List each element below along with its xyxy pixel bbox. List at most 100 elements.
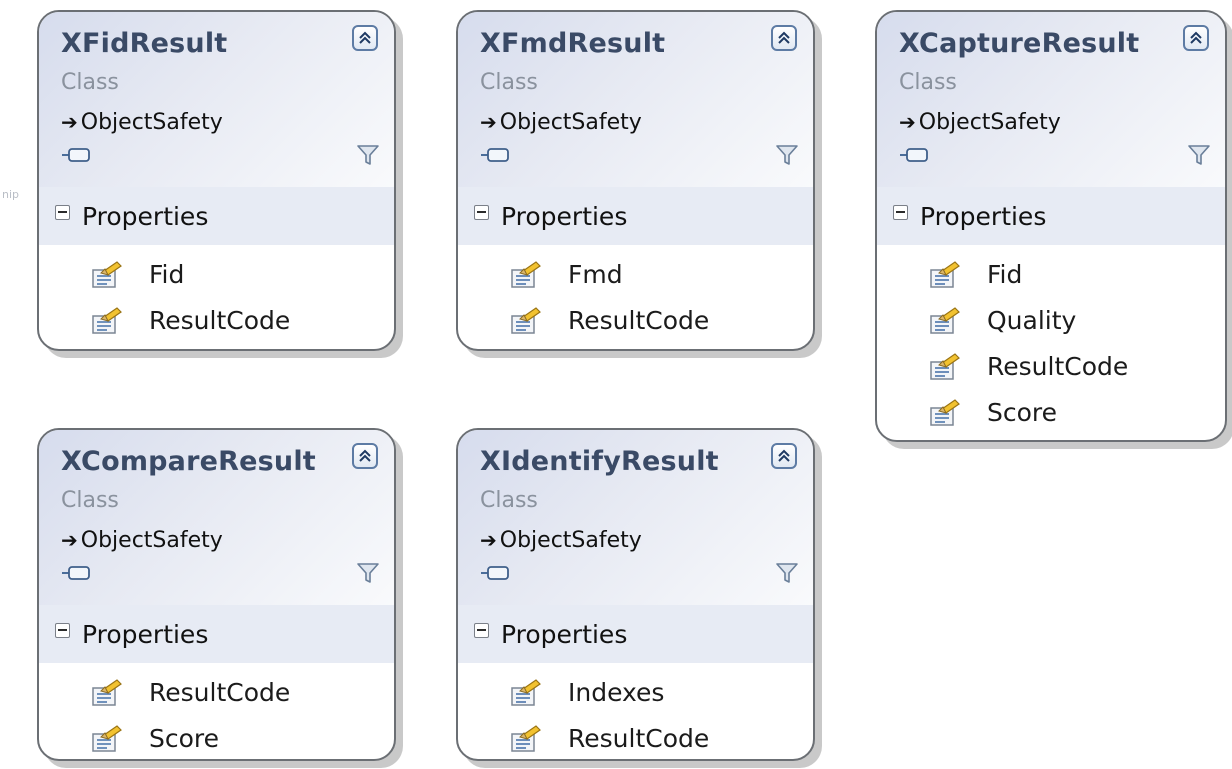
member-list: ResultCode Score: [39, 663, 394, 759]
member-row[interactable]: Fid: [877, 251, 1225, 297]
member-name: ResultCode: [568, 305, 710, 335]
properties-section-header[interactable]: Properties: [458, 605, 813, 663]
double-chevron-up-icon: [778, 31, 790, 44]
class-kind: Class: [480, 488, 538, 513]
inheritance-arrow-icon: ➔: [899, 110, 916, 134]
section-title: Properties: [82, 201, 209, 231]
member-name: ResultCode: [568, 723, 710, 753]
member-name: Fid: [987, 259, 1023, 289]
minus-box-icon[interactable]: [474, 204, 489, 220]
class-shape-xcaptureresult[interactable]: XCaptureResult Class ➔ ObjectSafety Prope…: [875, 10, 1227, 442]
property-icon: [92, 261, 122, 288]
member-row[interactable]: ResultCode: [39, 669, 394, 715]
member-name: Indexes: [568, 677, 665, 707]
member-row[interactable]: Quality: [877, 297, 1225, 343]
class-kind: Class: [61, 488, 119, 513]
class-header: XFidResult Class ➔ ObjectSafety: [39, 12, 394, 187]
property-icon: [511, 679, 541, 706]
class-shape-xfidresult[interactable]: XFidResult Class ➔ ObjectSafety Propertie…: [37, 10, 396, 351]
class-kind: Class: [480, 70, 538, 95]
class-shape-xfmdresult[interactable]: XFmdResult Class ➔ ObjectSafety Propertie…: [456, 10, 815, 351]
member-name: Score: [987, 397, 1058, 427]
section-title: Properties: [920, 201, 1047, 231]
base-class-label: ObjectSafety: [80, 110, 223, 135]
minus-box-icon[interactable]: [55, 204, 70, 220]
minus-box-icon[interactable]: [55, 622, 70, 638]
member-row[interactable]: Fmd: [458, 251, 813, 297]
collapse-button[interactable]: [771, 443, 797, 469]
member-list: Indexes ResultCode: [458, 663, 813, 759]
class-kind: Class: [61, 70, 119, 95]
member-list: Fid Quality ResultCode Score: [877, 245, 1225, 435]
funnel-icon[interactable]: [356, 561, 380, 585]
class-name: XFidResult: [61, 28, 228, 59]
inheritance-arrow-icon: ➔: [480, 528, 497, 552]
class-kind: Class: [899, 70, 957, 95]
funnel-icon[interactable]: [1187, 143, 1211, 167]
class-shape-xcompareresult[interactable]: XCompareResult Class ➔ ObjectSafety Prope…: [37, 428, 396, 761]
section-title: Properties: [501, 619, 628, 649]
class-header: XCompareResult Class ➔ ObjectSafety: [39, 430, 394, 605]
member-row[interactable]: Score: [877, 389, 1225, 435]
section-title: Properties: [501, 201, 628, 231]
properties-section-header[interactable]: Properties: [39, 605, 394, 663]
minus-box-icon[interactable]: [474, 622, 489, 638]
funnel-icon[interactable]: [775, 561, 799, 585]
property-icon: [511, 307, 541, 334]
property-icon: [92, 679, 122, 706]
interface-lollipop-icon: [900, 148, 928, 162]
minus-box-icon[interactable]: [893, 204, 908, 220]
member-row[interactable]: ResultCode: [458, 297, 813, 343]
member-row[interactable]: ResultCode: [458, 715, 813, 759]
member-name: ResultCode: [987, 351, 1129, 381]
base-class: ➔ ObjectSafety: [61, 528, 223, 553]
member-name: ResultCode: [149, 305, 291, 335]
class-shape-xidentifyresult[interactable]: XIdentifyResult Class ➔ ObjectSafety Prop…: [456, 428, 815, 761]
interface-lollipop-icon: [481, 148, 509, 162]
base-class-label: ObjectSafety: [918, 110, 1061, 135]
funnel-icon[interactable]: [775, 143, 799, 167]
interface-lollipop-icon: [481, 566, 509, 580]
base-class-label: ObjectSafety: [499, 528, 642, 553]
properties-section-header[interactable]: Properties: [39, 187, 394, 245]
property-icon: [930, 307, 960, 334]
inheritance-arrow-icon: ➔: [480, 110, 497, 134]
member-list: Fmd ResultCode: [458, 245, 813, 343]
collapse-button[interactable]: [352, 25, 378, 51]
collapse-button[interactable]: [1183, 25, 1209, 51]
class-name: XCompareResult: [61, 446, 316, 477]
member-row[interactable]: ResultCode: [877, 343, 1225, 389]
interface-lollipop-icon: [62, 148, 90, 162]
property-icon: [930, 353, 960, 380]
member-name: Fid: [149, 259, 185, 289]
base-class: ➔ ObjectSafety: [899, 110, 1061, 135]
class-header: XCaptureResult Class ➔ ObjectSafety: [877, 12, 1225, 187]
member-name: ResultCode: [149, 677, 291, 707]
double-chevron-up-icon: [778, 449, 790, 462]
property-icon: [930, 261, 960, 288]
funnel-icon[interactable]: [356, 143, 380, 167]
property-icon: [92, 307, 122, 334]
double-chevron-up-icon: [1190, 31, 1202, 44]
property-icon: [511, 261, 541, 288]
member-row[interactable]: Indexes: [458, 669, 813, 715]
inheritance-arrow-icon: ➔: [61, 528, 78, 552]
base-class-label: ObjectSafety: [499, 110, 642, 135]
member-row[interactable]: Score: [39, 715, 394, 759]
collapse-button[interactable]: [352, 443, 378, 469]
member-list: Fid ResultCode: [39, 245, 394, 343]
base-class-label: ObjectSafety: [80, 528, 223, 553]
member-name: Fmd: [568, 259, 623, 289]
class-name: XFmdResult: [480, 28, 666, 59]
collapse-button[interactable]: [771, 25, 797, 51]
properties-section-header[interactable]: Properties: [877, 187, 1225, 245]
inheritance-arrow-icon: ➔: [61, 110, 78, 134]
double-chevron-up-icon: [359, 31, 371, 44]
base-class: ➔ ObjectSafety: [480, 110, 642, 135]
property-icon: [92, 725, 122, 752]
base-class: ➔ ObjectSafety: [61, 110, 223, 135]
properties-section-header[interactable]: Properties: [458, 187, 813, 245]
class-name: XCaptureResult: [899, 28, 1140, 59]
member-row[interactable]: Fid: [39, 251, 394, 297]
member-row[interactable]: ResultCode: [39, 297, 394, 343]
